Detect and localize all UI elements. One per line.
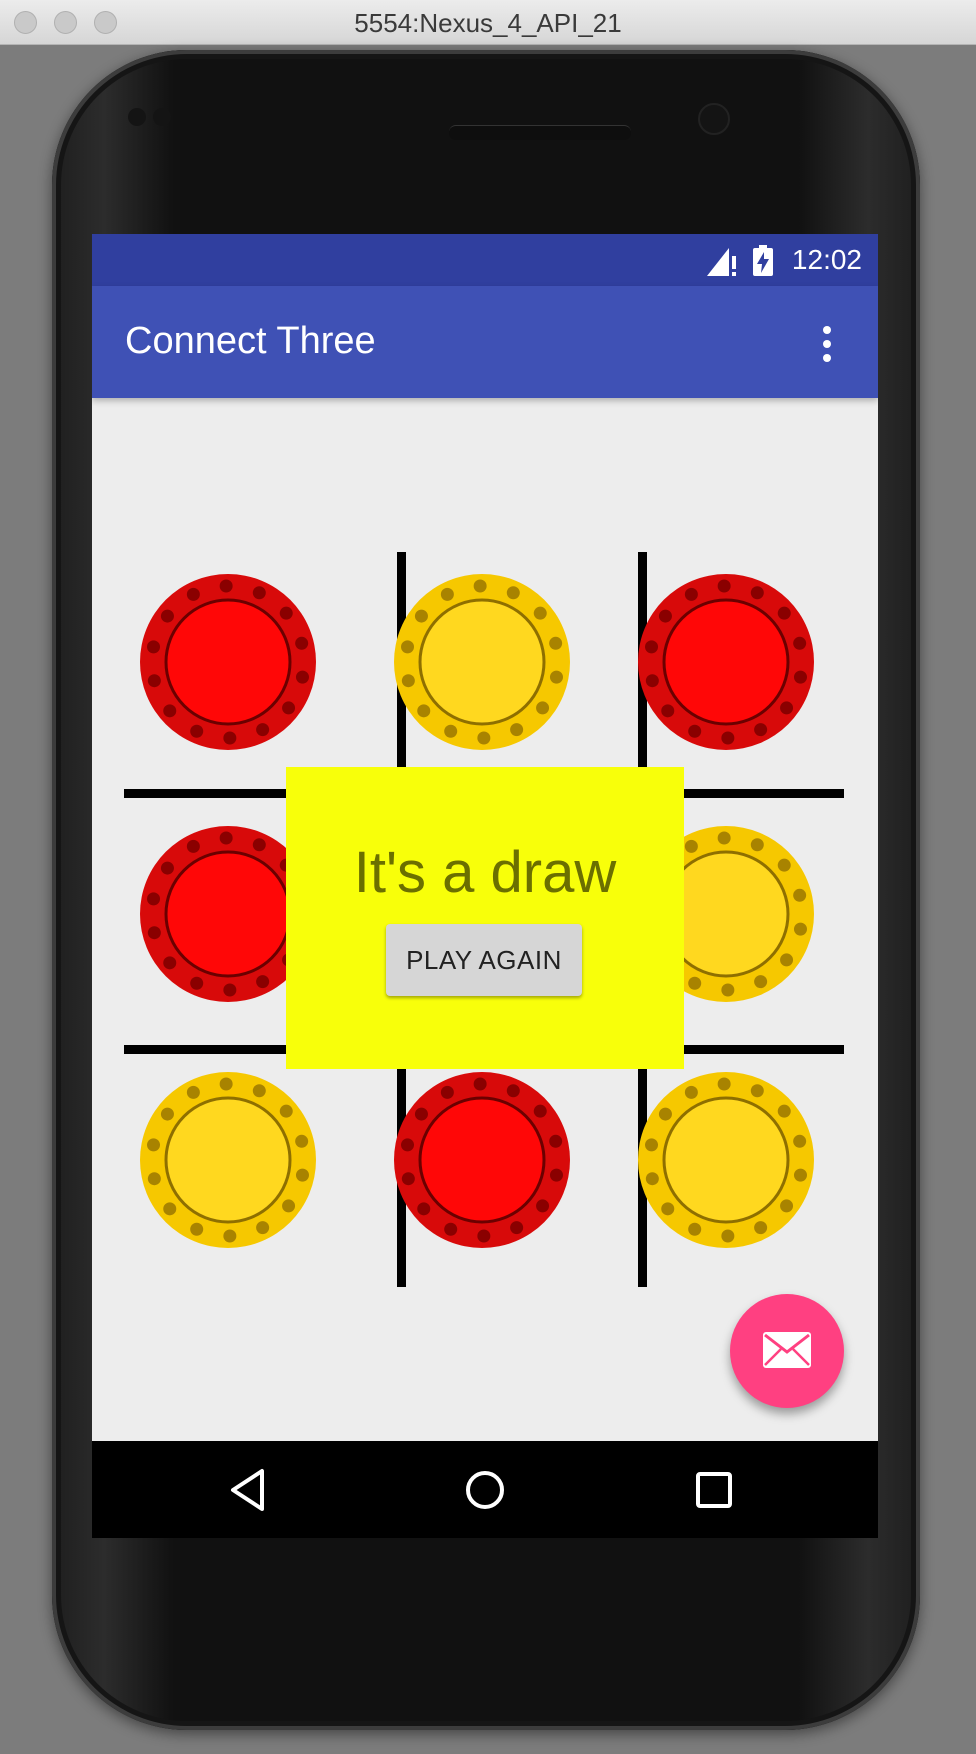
- red-token-icon: [638, 574, 814, 750]
- overflow-menu-icon[interactable]: [820, 326, 834, 364]
- board-cell-1-2[interactable]: [392, 572, 572, 752]
- result-message: It's a draw: [353, 840, 617, 905]
- device-screen: 12:02 Connect Three It's a draw PLAY AGA…: [92, 234, 878, 1538]
- app-title: Connect Three: [125, 320, 376, 362]
- light-sensor: [153, 108, 171, 126]
- navigation-bar: [92, 1441, 878, 1538]
- play-again-button[interactable]: PLAY AGAIN: [386, 924, 582, 996]
- board-cell-1-3[interactable]: [636, 572, 816, 752]
- red-token-icon: [394, 1072, 570, 1248]
- earpiece-speaker: [449, 125, 631, 140]
- board-cell-3-3[interactable]: [636, 1070, 816, 1250]
- yellow-token-icon: [638, 1072, 814, 1248]
- recents-icon[interactable]: [689, 1465, 739, 1515]
- cell-signal-no-data-icon: [707, 248, 736, 276]
- red-token-icon: [140, 574, 316, 750]
- yellow-token-icon: [394, 574, 570, 750]
- window-titlebar: 5554:Nexus_4_API_21: [0, 0, 976, 45]
- proximity-sensor: [128, 108, 146, 126]
- fab-email-button[interactable]: [730, 1294, 844, 1408]
- email-icon: [763, 1332, 811, 1368]
- status-bar: 12:02: [92, 234, 878, 286]
- back-icon[interactable]: [224, 1465, 274, 1515]
- app-bar: Connect Three: [92, 286, 878, 398]
- yellow-token-icon: [140, 1072, 316, 1248]
- board-cell-1-1[interactable]: [138, 572, 318, 752]
- board-cell-3-2[interactable]: [392, 1070, 572, 1250]
- board-cell-3-1[interactable]: [138, 1070, 318, 1250]
- window-title: 5554:Nexus_4_API_21: [354, 8, 622, 38]
- battery-charging-icon: [753, 245, 773, 276]
- home-icon[interactable]: [460, 1465, 510, 1515]
- status-time: 12:02: [791, 244, 862, 275]
- result-popup: It's a draw PLAY AGAIN: [286, 767, 684, 1069]
- front-camera: [698, 103, 730, 135]
